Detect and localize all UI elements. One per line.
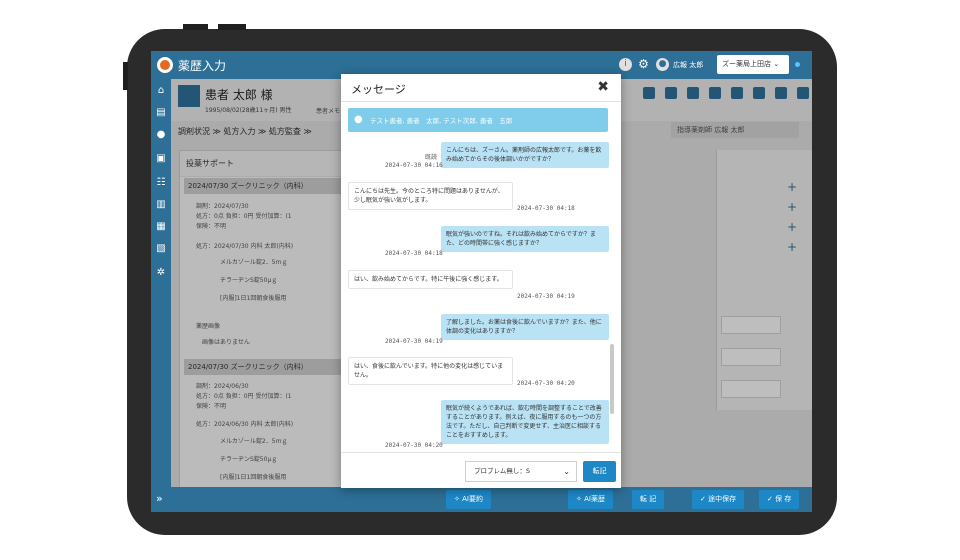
temp-save-button[interactable]: ✓ 途中保存 [692, 490, 745, 509]
recipients-text: テスト患者, 患者 太郎, テスト次郎, 患者 五郎 [370, 117, 513, 125]
patient-icon[interactable]: ● [155, 129, 167, 141]
home-icon[interactable]: ⌂ [155, 85, 167, 97]
temp-save-label: 途中保存 [708, 495, 737, 503]
message-dialog: メッセージ ✖ ● テスト患者, 患者 太郎, テスト次郎, 患者 五郎 こんに… [341, 74, 621, 488]
message-time: 2024-07-30 04:18 [385, 250, 443, 257]
message-bubble: はい、食後に飲んでいます。特に他の変化は感じていません。 [348, 357, 513, 385]
medicine-icon[interactable]: ▦ [155, 221, 167, 233]
ai-summary-button[interactable]: ✧ AI要約 [446, 490, 491, 509]
check-icon: ✓ [767, 495, 773, 503]
tablet-button-top2 [218, 24, 246, 30]
sparkle-icon: ✧ [576, 495, 582, 503]
message-time: 2024-07-30 04:16 [385, 162, 443, 169]
store-select[interactable]: ズー薬局上田店 ⌄ [717, 55, 789, 74]
user-icon: ● [354, 114, 363, 125]
stock-icon[interactable]: ▧ [155, 243, 167, 255]
check-icon: ✓ [700, 495, 706, 503]
app-logo-icon [157, 57, 173, 73]
footer-bar: » ✧ AI要約 ✧ AI薬歴 転 記 ✓ 途中保存 ✓ 保 存 [151, 487, 812, 512]
people-icon[interactable]: ☷ [155, 177, 167, 189]
save-button[interactable]: ✓ 保 存 [759, 490, 800, 509]
ai-summary-label: AI要約 [462, 495, 483, 503]
message-bubble: 了解しました。お薬は食後に飲んでいますか？また、他に体調の変化はありますか？ [441, 314, 609, 340]
message-bubble: はい、飲み始めてからです。特に午後に強く感じます。 [348, 270, 513, 289]
save-label: 保 存 [775, 495, 792, 503]
message-bubble: こんにちは先生。今のところ特に問題はありませんが、少し眠気が強い気がします。 [348, 182, 513, 210]
template-select[interactable]: プロブレム無し：S ⌄ [465, 461, 577, 482]
sparkle-icon: ✧ [454, 495, 460, 503]
app-title: 薬歴入力 [178, 59, 227, 73]
transfer-button[interactable]: 転 記 [632, 490, 665, 509]
user-avatar-icon[interactable]: ● [656, 58, 669, 71]
user-name: 広報 太郎 [673, 61, 704, 69]
send-button[interactable]: 転記 [583, 461, 616, 482]
message-time: 2024-07-30 04:20 [385, 442, 443, 449]
dialog-title: メッセージ [351, 83, 406, 96]
tablet-button-top1 [183, 24, 208, 30]
settings-icon[interactable]: ✲ [155, 267, 167, 279]
transfer-label: 転 記 [640, 495, 657, 503]
ai-record-button[interactable]: ✧ AI薬歴 [568, 490, 613, 509]
close-icon[interactable]: ✖ [597, 79, 609, 95]
message-bubble: こんにちは、ズーさん。薬剤師の広報太郎です。お薬を飲み始めてからその後体調いかが… [441, 142, 609, 168]
message-bubble: 眠気が続くようであれば、飲む時間を調整することで改善することがあります。例えば、… [441, 400, 609, 444]
message-time: 2024-07-30 04:19 [517, 293, 575, 300]
message-time: 2024-07-30 04:19 [385, 338, 443, 345]
message-bubble: 眠気が強いのですね。それは飲み始めてからですか？また、どの時間帯に強く感じますか… [441, 226, 609, 252]
template-select-value: プロブレム無し：S [474, 467, 530, 475]
dialog-header: メッセージ ✖ [341, 74, 621, 102]
message-time: 2024-07-30 04:20 [517, 380, 575, 387]
message-list[interactable]: こんにちは、ズーさん。薬剤師の広報太郎です。お薬を飲み始めてからその後体調いかが… [341, 136, 621, 452]
expand-icon[interactable]: » [156, 492, 163, 505]
ai-record-label: AI薬歴 [584, 495, 605, 503]
prescription-icon[interactable]: ▤ [155, 107, 167, 119]
tablet-button-side [123, 62, 128, 90]
dialog-footer: プロブレム無し：S ⌄ 転記 [341, 452, 621, 488]
record-icon[interactable]: ▣ [155, 153, 167, 165]
chevron-down-icon: ⌄ [563, 467, 570, 476]
info-icon[interactable]: i [619, 58, 632, 71]
read-status: 既読 [425, 154, 438, 161]
notification-icon[interactable] [795, 62, 800, 67]
left-nav-rail: ⌂ ▤ ● ▣ ☷ ▥ ▦ ▧ ✲ [151, 79, 171, 512]
document-icon[interactable]: ▥ [155, 199, 167, 211]
recipients-bar: ● テスト患者, 患者 太郎, テスト次郎, 患者 五郎 [348, 108, 608, 132]
message-scrollbar[interactable] [610, 344, 614, 414]
gear-icon[interactable]: ⚙ [637, 58, 650, 71]
store-select-value: ズー薬局上田店 [722, 60, 771, 68]
message-time: 2024-07-30 04:18 [517, 205, 575, 212]
